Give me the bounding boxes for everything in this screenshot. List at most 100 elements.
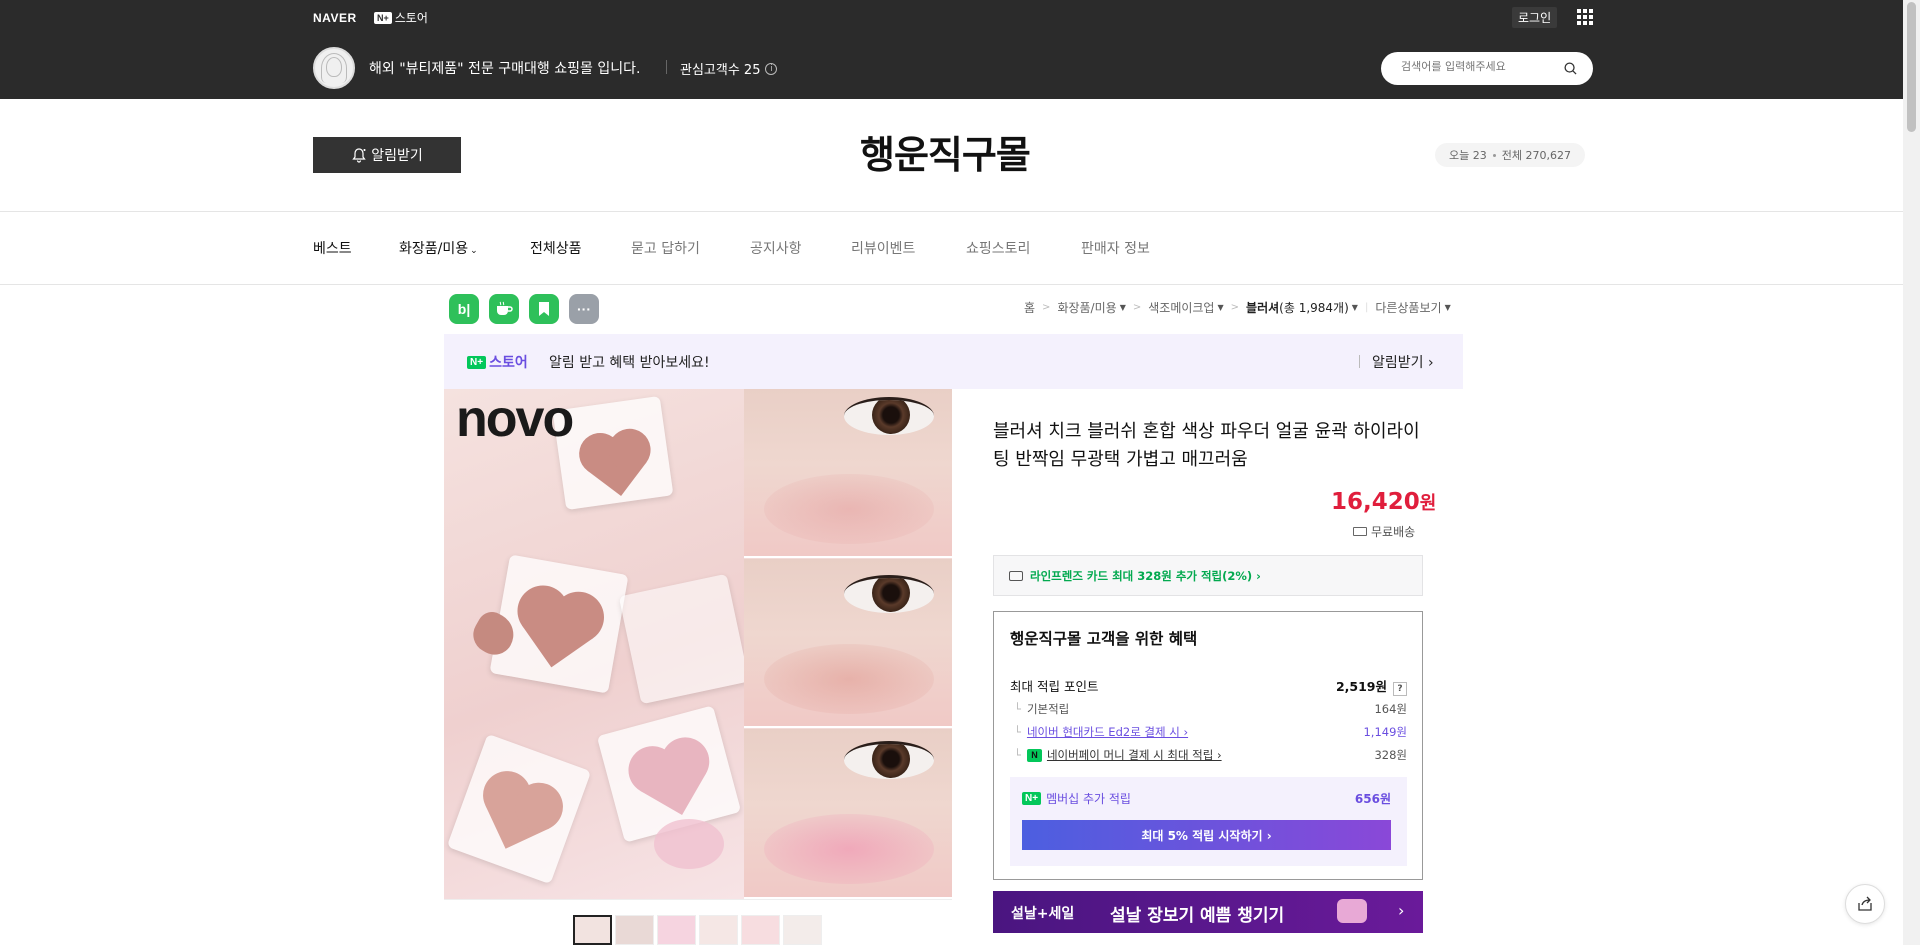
max-points-label: 최대 적립 포인트 xyxy=(1010,679,1099,694)
divider xyxy=(1359,355,1360,368)
alarm-button[interactable]: 알림받기 xyxy=(313,137,461,173)
thumbnail-6[interactable] xyxy=(783,915,822,945)
nav-shopping-story[interactable]: 쇼핑스토리 xyxy=(966,238,1030,258)
promo-tag: 설날+세일 xyxy=(1011,906,1075,922)
n-plus-badge: N+ xyxy=(467,355,487,369)
card-points-row: └ 네이버 현대카드 Ed2로 결제 시 › 1,149원 xyxy=(1014,724,1407,740)
promo-text: 설날 장보기 예쁨 챙기기 xyxy=(1110,906,1285,926)
card-points-link[interactable]: 네이버 현대카드 Ed2로 결제 시 › xyxy=(1027,724,1188,740)
npay-points-row: └ N 네이버페이 머니 결제 시 최대 적립 › 328원 xyxy=(1014,747,1407,763)
info-icon[interactable]: i xyxy=(765,62,778,75)
n-plus-badge: N+ xyxy=(374,11,392,24)
nav-review-event[interactable]: 리뷰이벤트 xyxy=(851,238,915,258)
page-scrollbar[interactable] xyxy=(1903,0,1920,945)
basic-points-label: 기본적립 xyxy=(1026,702,1070,716)
login-button[interactable]: 로그인 xyxy=(1512,7,1558,28)
nav-best[interactable]: 베스트 xyxy=(313,238,352,258)
basic-points-value: 164원 xyxy=(1374,702,1407,716)
search-input[interactable] xyxy=(1401,60,1561,73)
nav-divider-top xyxy=(0,211,1903,212)
visitor-today: 오늘 23 xyxy=(1449,149,1487,162)
card-benefit-text: 라인프렌즈 카드 최대 328원 추가 적립(2%) › xyxy=(1030,569,1261,583)
caret-down-icon[interactable]: ▼ xyxy=(1217,303,1223,312)
membership-label: N+ 멤버십 추가 적립 xyxy=(1022,790,1131,807)
product-photo-eyes xyxy=(744,389,952,899)
breadcrumb-cat3-count: (총 1,984개) xyxy=(1279,301,1349,315)
thumbnail-1[interactable] xyxy=(573,915,612,945)
n-plus-badge: N+ xyxy=(1022,792,1042,805)
product-main-image[interactable]: novo xyxy=(444,389,952,899)
other-products-link[interactable]: 다른상품보기 xyxy=(1375,299,1441,316)
notify-banner: N+ 스토어 알림 받고 혜택 받아보세요! 알림받기 › xyxy=(444,334,1463,389)
interest-customers: 관심고객수 25 i xyxy=(680,59,778,78)
nav-seller-info[interactable]: 판매자 정보 xyxy=(1081,238,1150,258)
npay-points-link[interactable]: 네이버페이 머니 결제 시 최대 적립 › xyxy=(1047,747,1222,763)
nav-divider-bottom xyxy=(0,284,1903,285)
price-unit: 원 xyxy=(1419,493,1437,514)
truck-icon xyxy=(1353,527,1367,536)
card-points-value: 1,149원 xyxy=(1363,725,1407,739)
nav-all-products[interactable]: 전체상품 xyxy=(530,238,582,258)
price-value: 16,420 xyxy=(1331,489,1420,515)
store-description: 해외 "뷰티제품" 전문 구매대행 쇼핑몰 입니다. xyxy=(369,61,641,77)
naver-logo[interactable]: NAVER xyxy=(313,11,357,25)
app-grid-icon[interactable] xyxy=(1577,9,1593,25)
interest-label: 관심고객수 25 xyxy=(680,63,761,78)
breadcrumb-cat3-label: 블러셔 xyxy=(1246,301,1280,315)
membership-value: 656원 xyxy=(1354,792,1391,806)
breadcrumb-home[interactable]: 홈 xyxy=(1024,299,1035,316)
thumbnail-5[interactable] xyxy=(741,915,780,945)
breadcrumb-cat2[interactable]: 색조메이크업 xyxy=(1148,299,1214,316)
thumbnail-4[interactable] xyxy=(699,915,738,945)
nav-qna[interactable]: 묻고 답하기 xyxy=(631,238,700,258)
credit-card-icon xyxy=(1009,571,1023,581)
brand-logo: novo xyxy=(456,390,574,448)
divider xyxy=(666,60,667,74)
bookmark-share-icon[interactable] xyxy=(529,294,559,324)
membership-box: N+ 멤버십 추가 적립 656원 최대 5% 적립 시작하기 › xyxy=(1010,777,1407,866)
thumbnail-2[interactable] xyxy=(615,915,654,945)
nav-cosmetics-label: 화장품/미용 xyxy=(399,241,469,257)
caret-down-icon[interactable]: ▼ xyxy=(1120,303,1126,312)
share-icon xyxy=(1858,896,1872,911)
breadcrumb-cat3[interactable]: 블러셔(총 1,984개) xyxy=(1246,299,1349,316)
max-points-row: 최대 적립 포인트 2,519원? xyxy=(1010,676,1407,696)
membership-text: 멤버십 추가 적립 xyxy=(1046,792,1131,806)
nav-cosmetics[interactable]: 화장품/미용 ⌄ xyxy=(399,238,478,258)
bell-icon xyxy=(352,148,366,163)
chevron-down-icon: ⌄ xyxy=(470,246,478,256)
store-label: 스토어 xyxy=(489,355,528,371)
notify-receive-button[interactable]: 알림받기 › xyxy=(1372,352,1434,372)
breadcrumb: 홈 > 화장품/미용 ▼ > 색조메이크업 ▼ > 블러셔(총 1,984개) ▼ |… xyxy=(1024,299,1451,316)
visitor-count: 오늘 23 전체 270,627 xyxy=(1435,143,1585,167)
benefit-title: 행운직구몰 고객을 위한 혜택 xyxy=(1010,630,1198,648)
thumbnail-strip xyxy=(444,899,952,945)
visitor-total: 전체 270,627 xyxy=(1501,149,1571,162)
membership-start-button[interactable]: 최대 5% 적립 시작하기 › xyxy=(1022,820,1391,850)
scrollbar-thumb[interactable] xyxy=(1907,2,1916,132)
store-logo-small: N+ 스토어 xyxy=(467,352,528,372)
top-bar: NAVER N+ 스토어 로그인 해외 "뷰티제품" 전문 구매대행 쇼핑몰 입… xyxy=(0,0,1903,99)
store-logo-text: 스토어 xyxy=(394,11,428,25)
help-icon[interactable]: ? xyxy=(1393,682,1407,696)
store-logo[interactable]: N+ 스토어 xyxy=(374,9,428,26)
shop-title[interactable]: 행운직구몰 xyxy=(860,124,1031,179)
alarm-button-label: 알림받기 xyxy=(371,148,423,164)
caret-down-icon[interactable]: ▼ xyxy=(1445,303,1451,312)
notify-message: 알림 받고 혜택 받아보세요! xyxy=(549,355,710,371)
cafe-share-icon[interactable] xyxy=(489,294,519,324)
product-price: 16,420원 xyxy=(1331,489,1436,515)
search-icon[interactable] xyxy=(1564,62,1577,75)
thumbnail-3[interactable] xyxy=(657,915,696,945)
npay-icon: N xyxy=(1026,748,1042,762)
shopping-bag-icon xyxy=(1337,899,1367,923)
search-box xyxy=(1381,52,1593,85)
caret-down-icon[interactable]: ▼ xyxy=(1352,303,1358,312)
promo-banner[interactable]: 설날+세일 설날 장보기 예쁨 챙기기 › xyxy=(993,891,1423,933)
nav-notice[interactable]: 공지사항 xyxy=(750,238,802,258)
breadcrumb-cat1[interactable]: 화장품/미용 xyxy=(1057,299,1116,316)
share-button[interactable] xyxy=(1845,884,1885,924)
blog-share-icon[interactable]: b| xyxy=(449,294,479,324)
more-share-icon[interactable]: ··· xyxy=(569,294,599,324)
card-benefit[interactable]: 라인프렌즈 카드 최대 328원 추가 적립(2%) › xyxy=(993,555,1423,596)
